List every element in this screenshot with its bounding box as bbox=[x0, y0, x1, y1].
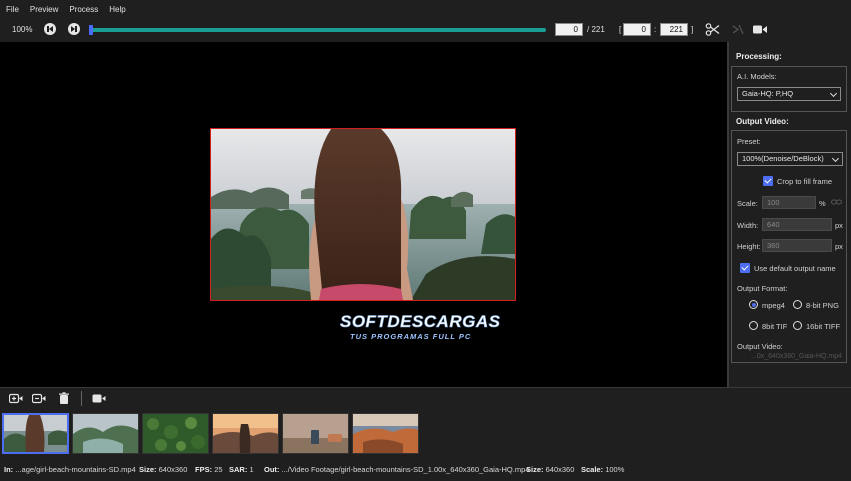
menu-help[interactable]: Help bbox=[109, 5, 125, 14]
status-out-size-value: 640x360 bbox=[545, 465, 575, 474]
status-output: Out: .../Video Footage/girl-beach-mounta… bbox=[264, 465, 530, 474]
menu-bar: File Preview Process Help bbox=[0, 0, 851, 18]
clip-thumbnail[interactable] bbox=[72, 413, 139, 454]
remove-video-icon[interactable] bbox=[31, 392, 46, 405]
chevron-down-icon bbox=[831, 154, 840, 163]
preset-select[interactable]: 100%(Denoise/DeBlock) bbox=[737, 152, 843, 166]
clip-thumbnail[interactable] bbox=[2, 413, 69, 454]
status-output-value: .../Video Footage/girl-beach-mountains-S… bbox=[281, 465, 530, 474]
status-sar-value: 1 bbox=[249, 465, 254, 474]
clip-thumbnail[interactable] bbox=[352, 413, 419, 454]
scale-input[interactable]: 100 bbox=[762, 196, 816, 209]
height-unit: px bbox=[835, 242, 843, 251]
range-end-input[interactable]: 221 bbox=[660, 23, 688, 36]
ai-model-value: Gaia-HQ: P,HQ bbox=[742, 89, 794, 98]
range-open-bracket: [ bbox=[619, 25, 622, 34]
menu-file[interactable]: File bbox=[6, 5, 19, 14]
status-input: In: ...age/girl-beach-mountains-SD.mp4 bbox=[4, 465, 136, 474]
radio-8bit-png[interactable] bbox=[793, 300, 802, 309]
status-sar: SAR: 1 bbox=[229, 465, 254, 474]
ai-models-box: A.I. Models: Gaia-HQ: P,HQ bbox=[731, 66, 847, 112]
status-input-value: ...age/girl-beach-mountains-SD.mp4 bbox=[15, 465, 136, 474]
crop-label: Crop to fill frame bbox=[777, 177, 833, 186]
watermark-title: SOFTDESCARGAS bbox=[340, 312, 501, 331]
status-out-size: Size: 640x360 bbox=[526, 465, 575, 474]
cut-disabled-icon[interactable] bbox=[730, 23, 746, 36]
clip-thumbnail[interactable] bbox=[282, 413, 349, 454]
output-video-name[interactable]: ...0x_640x360_Gaia-HQ.mp4 bbox=[751, 353, 842, 360]
radio-mpeg4[interactable] bbox=[749, 300, 758, 309]
default-name-label: Use default output name bbox=[754, 264, 836, 273]
height-label: Height: bbox=[737, 242, 761, 251]
export-video-icon[interactable] bbox=[92, 392, 106, 405]
output-video-title: Output Video: bbox=[736, 117, 789, 126]
playback-toolbar: 100% 0 / 221 [ 0 : 221 ] bbox=[0, 18, 851, 42]
menu-preview[interactable]: Preview bbox=[30, 5, 58, 14]
ai-models-label: A.I. Models: bbox=[737, 72, 777, 81]
width-unit: px bbox=[835, 221, 843, 230]
add-video-icon[interactable] bbox=[8, 392, 23, 405]
status-scale-value: 100% bbox=[605, 465, 625, 474]
watermark-subtitle: TUS PROGRAMAS FULL PC bbox=[350, 332, 471, 341]
range-start-input[interactable]: 0 bbox=[623, 23, 651, 36]
format-8bit-tif-label: 8bit TIF bbox=[762, 322, 788, 331]
previous-frame-button[interactable] bbox=[44, 23, 56, 35]
ai-model-select[interactable]: Gaia-HQ: P,HQ bbox=[737, 87, 841, 101]
toolbar-separator bbox=[81, 391, 82, 406]
link-icon[interactable] bbox=[831, 198, 842, 209]
chevron-down-icon bbox=[829, 89, 838, 98]
output-format-label: Output Format: bbox=[737, 284, 788, 293]
clip-thumbnail[interactable] bbox=[142, 413, 209, 454]
crop-checkbox[interactable] bbox=[763, 176, 773, 186]
format-16bit-tiff-label: 16bit TIFF bbox=[806, 322, 841, 331]
default-name-checkbox[interactable] bbox=[740, 263, 750, 273]
frame-total: / 221 bbox=[587, 25, 605, 34]
format-mpeg4-label: mpeg4 bbox=[762, 301, 785, 310]
video-camera-icon[interactable] bbox=[752, 23, 768, 36]
status-fps: FPS: 25 bbox=[195, 465, 223, 474]
radio-16bit-tiff[interactable] bbox=[793, 321, 802, 330]
output-video-box: Preset: 100%(Denoise/DeBlock) Crop to fi… bbox=[731, 130, 847, 363]
status-scale: Scale: 100% bbox=[581, 465, 625, 474]
status-bar: In: ...age/girl-beach-mountains-SD.mp4 S… bbox=[0, 458, 851, 481]
timeline-slider[interactable] bbox=[89, 25, 546, 35]
status-size: Size: 640x360 bbox=[139, 465, 188, 474]
clip-strip bbox=[0, 410, 851, 458]
next-frame-button[interactable] bbox=[68, 23, 80, 35]
width-label: Width: bbox=[737, 221, 759, 230]
preset-label: Preset: bbox=[737, 137, 761, 146]
watermark: SOFTDESCARGAS TUS PROGRAMAS FULL PC bbox=[340, 312, 530, 350]
status-fps-value: 25 bbox=[214, 465, 223, 474]
menu-process[interactable]: Process bbox=[69, 5, 98, 14]
preset-value: 100%(Denoise/DeBlock) bbox=[742, 154, 824, 163]
format-8bit-png-label: 8-bit PNG bbox=[806, 301, 839, 310]
current-frame-input[interactable]: 0 bbox=[555, 23, 583, 36]
output-video-label: Output Video: bbox=[737, 342, 783, 351]
clip-toolbar bbox=[0, 388, 851, 410]
scissors-icon[interactable] bbox=[705, 23, 721, 36]
status-size-value: 640x360 bbox=[158, 465, 188, 474]
clip-thumbnail[interactable] bbox=[212, 413, 279, 454]
trash-icon[interactable] bbox=[57, 392, 71, 405]
range-colon: : bbox=[654, 25, 657, 34]
video-preview: SOFTDESCARGAS TUS PROGRAMAS FULL PC bbox=[0, 42, 727, 387]
zoom-level[interactable]: 100% bbox=[12, 25, 32, 34]
scale-label: Scale: bbox=[737, 199, 758, 208]
range-close-bracket: ] bbox=[691, 25, 694, 34]
timeline-slider-handle[interactable] bbox=[89, 25, 93, 35]
settings-panel: Processing: A.I. Models: Gaia-HQ: P,HQ O… bbox=[729, 42, 851, 387]
radio-8bit-tif[interactable] bbox=[749, 321, 758, 330]
width-input[interactable]: 640 bbox=[762, 218, 832, 231]
scale-unit: % bbox=[819, 199, 826, 208]
processing-title: Processing: bbox=[736, 52, 782, 61]
video-frame bbox=[210, 128, 516, 301]
height-input[interactable]: 360 bbox=[762, 239, 832, 252]
